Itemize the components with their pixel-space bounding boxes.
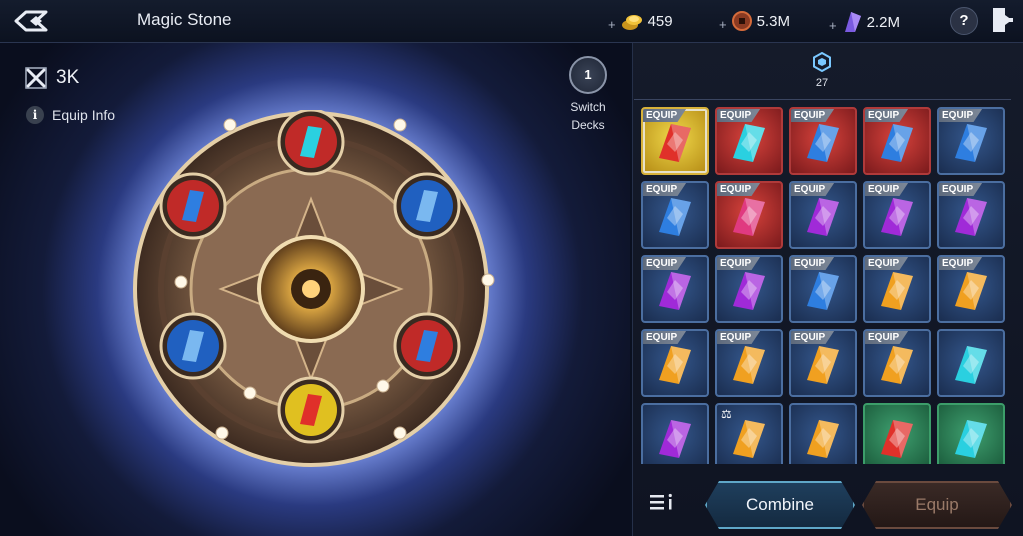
blue-gem-icon	[807, 272, 839, 310]
top-bar: Magic Stone + 459 + 5.3M + 2.2M ?	[0, 0, 1023, 43]
orange-gem-icon	[955, 272, 987, 310]
orange-gem-icon	[807, 420, 839, 458]
inventory-count: 27	[806, 51, 838, 89]
orange-gem-icon	[659, 346, 691, 384]
combine-button[interactable]: Combine	[705, 481, 855, 529]
stone-tile[interactable]: EQUIP	[863, 107, 931, 175]
orange-gem-icon	[881, 272, 913, 310]
socket-upper-right[interactable]	[393, 172, 461, 240]
purple-gem-icon	[881, 198, 913, 236]
equip-info-button[interactable]: i Equip Info	[26, 106, 115, 124]
exit-button[interactable]	[990, 6, 1016, 34]
list-info-icon	[650, 493, 672, 510]
purple-gem-icon	[955, 198, 987, 236]
cyan-gem-icon	[955, 420, 987, 458]
stone-tile[interactable]: EQUIP	[641, 107, 709, 175]
socket-lower-left[interactable]	[159, 312, 227, 380]
exit-door-icon	[993, 8, 1013, 32]
info-icon: i	[26, 106, 44, 124]
help-button[interactable]: ?	[950, 7, 978, 35]
stone-tile[interactable]: EQUIP	[937, 107, 1005, 175]
equip-button[interactable]: Equip	[862, 481, 1012, 529]
stone-tile[interactable]: EQUIP	[937, 255, 1005, 323]
socket-upper-left[interactable]	[159, 172, 227, 240]
stone-tile[interactable]: EQUIP	[789, 329, 857, 397]
stone-tile[interactable]: EQUIP	[715, 181, 783, 249]
sort-list-button[interactable]	[648, 490, 676, 514]
purple-crystal-icon	[844, 12, 861, 32]
stone-tile[interactable]	[641, 403, 709, 464]
stone-tile[interactable]: EQUIP	[641, 255, 709, 323]
switch-deck-icon: 1	[569, 56, 607, 94]
stone-tile[interactable]: EQUIP	[789, 255, 857, 323]
purple-gem-icon	[659, 272, 691, 310]
stone-tile[interactable]	[863, 403, 931, 464]
page-title: Magic Stone	[137, 10, 232, 29]
stone-tile[interactable]: EQUIP	[641, 181, 709, 249]
blue-gem-icon	[659, 198, 691, 236]
equip-info-label: Equip Info	[52, 107, 116, 123]
stone-tile[interactable]: EQUIP	[863, 181, 931, 249]
blue-gem-icon	[881, 124, 913, 162]
orange-gem-icon	[881, 346, 913, 384]
gold-coin-icon	[621, 15, 642, 30]
gold-amount: 459	[647, 12, 673, 30]
cyan-gem-icon	[955, 346, 987, 384]
stone-tile[interactable]	[937, 403, 1005, 464]
currency-crystal[interactable]: + 2.2M	[829, 10, 900, 34]
hexagon-stone-icon	[813, 51, 831, 73]
crossed-swords-icon	[25, 67, 47, 89]
power-value: 3K	[56, 67, 80, 88]
magic-stone-disc	[133, 110, 495, 467]
lock-icon: ⚖	[721, 407, 732, 421]
currency-gold[interactable]: + 459	[608, 10, 673, 32]
stone-tile[interactable]: EQUIP	[863, 255, 931, 323]
red-gem-icon	[659, 124, 691, 162]
stone-tile[interactable]: EQUIP	[715, 329, 783, 397]
stone-tile[interactable]: ⚖	[715, 403, 783, 464]
socket-lower-right[interactable]	[393, 312, 461, 380]
back-arrow-icon	[14, 10, 48, 32]
combat-power: 3K	[24, 66, 79, 90]
stone-tile[interactable]: EQUIP	[641, 329, 709, 397]
red-gem-icon	[881, 420, 913, 458]
stone-tile[interactable]	[789, 403, 857, 464]
switch-decks-label: Switch Decks	[570, 100, 606, 132]
bronze-amount: 5.3M	[756, 12, 790, 30]
inventory-count-value: 27	[815, 77, 829, 89]
stone-tile[interactable]: EQUIP	[863, 329, 931, 397]
divider	[634, 99, 1011, 100]
cyan-gem-icon	[733, 124, 765, 162]
orange-gem-icon	[733, 346, 765, 384]
stone-tile[interactable]: EQUIP	[715, 255, 783, 323]
socket-top[interactable]	[277, 110, 345, 176]
plus-icon: +	[608, 16, 616, 32]
plus-icon: +	[719, 16, 727, 32]
stone-tile[interactable]: EQUIP	[789, 181, 857, 249]
bronze-coin-icon	[731, 11, 752, 31]
stone-tile[interactable]: EQUIP	[789, 107, 857, 175]
pink-gem-icon	[733, 198, 765, 236]
crystal-amount: 2.2M	[866, 13, 900, 31]
currency-bronze[interactable]: + 5.3M	[719, 10, 790, 32]
purple-gem-icon	[659, 420, 691, 458]
back-button[interactable]	[12, 6, 56, 36]
stone-tile[interactable]: EQUIP	[715, 107, 783, 175]
stone-tile[interactable]	[937, 329, 1005, 397]
purple-gem-icon	[733, 272, 765, 310]
orange-gem-icon	[733, 420, 765, 458]
switch-decks-button[interactable]: 1 Switch Decks	[562, 56, 614, 134]
purple-gem-icon	[807, 198, 839, 236]
socket-bottom[interactable]	[277, 376, 345, 444]
stone-grid: EQUIP EQUIP EQUIP EQUIP EQUIP EQUIP EQUIP EQUIP…	[641, 107, 1006, 464]
stone-tile[interactable]: EQUIP	[937, 181, 1005, 249]
blue-gem-icon	[955, 124, 987, 162]
blue-gem-icon	[807, 124, 839, 162]
plus-icon: +	[829, 17, 837, 33]
orange-gem-icon	[807, 346, 839, 384]
